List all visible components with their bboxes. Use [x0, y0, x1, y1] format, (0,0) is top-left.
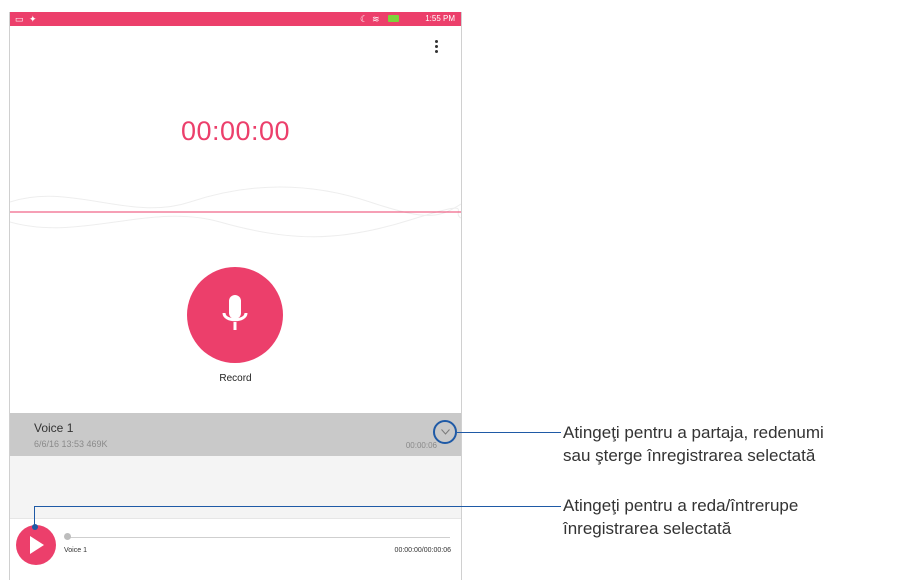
recording-timer: 00:00:00: [180, 116, 291, 146]
battery-icon: [388, 15, 399, 22]
recording-meta: 6/6/16 13:53 469K: [34, 439, 108, 449]
callout-play-text: Atingeţi pentru a reda/întrerupe înregis…: [563, 494, 913, 540]
callout-line-play: [34, 506, 561, 507]
callout-expand-line1: Atingeţi pentru a partaja, redenumi: [563, 423, 824, 442]
callout-expand-line2: sau şterge înregistrarea selectată: [563, 446, 816, 465]
recording-duration: 00:00:06: [405, 441, 437, 450]
seek-bar[interactable]: [66, 537, 450, 538]
tablet-screen: ▭ ✦ ☾ ≋ 1:55 PM 00:00:00 Record Voice 1 …: [9, 12, 462, 580]
play-button[interactable]: [16, 525, 56, 565]
player-track-name: Voice 1: [64, 547, 87, 554]
moon-icon: ☾: [360, 14, 369, 24]
wifi-icon: ≋: [372, 14, 380, 24]
notification-icon: ✦: [29, 14, 37, 24]
list-empty-area: [10, 456, 461, 518]
callout-play-line1: Atingeţi pentru a reda/întrerupe: [563, 496, 799, 515]
record-button[interactable]: [187, 267, 283, 363]
record-label: Record: [219, 373, 252, 384]
waveform-background: [10, 186, 461, 238]
chevron-down-icon: [441, 429, 450, 435]
seek-thumb[interactable]: [64, 533, 71, 540]
expand-options-button[interactable]: [433, 420, 457, 444]
image-icon: ▭: [15, 14, 24, 24]
overflow-menu-icon[interactable]: [430, 40, 442, 56]
status-time: 1:55 PM: [425, 14, 455, 23]
recording-name: Voice 1: [34, 421, 74, 435]
callout-expand-text: Atingeţi pentru a partaja, redenumi sau …: [563, 421, 913, 467]
play-icon: [30, 536, 44, 554]
callout-play-line2: înregistrarea selectată: [563, 519, 732, 538]
recording-list-item[interactable]: Voice 1 6/6/16 13:53 469K 00:00:06: [10, 413, 461, 456]
callout-vline-play: [34, 506, 35, 526]
status-bar: ▭ ✦ ☾ ≋ 1:55 PM: [10, 12, 461, 26]
microphone-icon: [222, 295, 248, 330]
callout-dot-play: [32, 524, 38, 530]
callout-line-expand: [457, 432, 561, 433]
player-time: 00:00:00/00:00:06: [394, 547, 451, 554]
